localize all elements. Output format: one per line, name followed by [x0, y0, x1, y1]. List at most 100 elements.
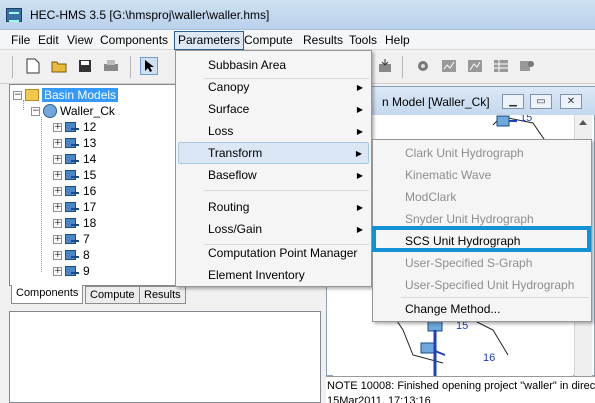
expand-icon[interactable]: +	[53, 170, 62, 180]
save-icon[interactable]	[76, 57, 94, 75]
tree-node-subbasin[interactable]: + 7	[53, 231, 90, 247]
menu-item-subbasin-area[interactable]: Subbasin Area	[178, 54, 369, 76]
menu-item-label: Clark Unit Hydrograph	[405, 146, 524, 160]
tree-line	[41, 117, 42, 272]
subbasin-icon	[65, 201, 79, 213]
expand-icon[interactable]: +	[53, 154, 62, 164]
menu-view[interactable]: View	[64, 32, 96, 49]
menu-item-loss[interactable]: Loss ▶	[178, 120, 369, 142]
tab-compute[interactable]: Compute	[85, 286, 140, 304]
tree-label: Waller_Ck	[60, 104, 115, 118]
highlight-box	[372, 226, 591, 252]
menu-item-label: Snyder Unit Hydrograph	[405, 212, 534, 226]
tree-node-basin[interactable]: − Waller_Ck	[31, 103, 115, 119]
menu-item-modclark: ModClark	[375, 186, 589, 208]
menu-components[interactable]: Components	[97, 32, 171, 49]
menu-item-label: Subbasin Area	[208, 58, 287, 72]
menu-results[interactable]: Results	[300, 32, 346, 49]
new-file-icon[interactable]	[24, 57, 42, 75]
graph-icon[interactable]	[440, 57, 458, 75]
submenu-arrow-icon: ▶	[356, 170, 363, 180]
table-icon[interactable]	[492, 57, 510, 75]
subbasin-icon	[65, 137, 79, 149]
tree-node-subbasin[interactable]: + 14	[53, 151, 96, 167]
subbasin-icon[interactable]	[420, 342, 436, 354]
menu-file[interactable]: File	[8, 32, 33, 49]
expand-icon[interactable]: +	[53, 202, 62, 212]
menu-item-baseflow[interactable]: Baseflow ▶	[178, 164, 369, 186]
minimize-icon[interactable]: ▁	[502, 94, 524, 109]
compute-icon[interactable]	[414, 57, 432, 75]
arrow-tool-icon[interactable]	[140, 57, 158, 75]
open-folder-icon[interactable]	[50, 57, 68, 75]
tree-node-subbasin[interactable]: + 15	[53, 167, 96, 183]
menu-compute[interactable]: Compute	[241, 32, 296, 49]
subbasin-icon	[65, 185, 79, 197]
parameters-menu: Subbasin Area Canopy ▶ Surface ▶ Loss ▶ Tra…	[175, 50, 372, 287]
tree-node-subbasin[interactable]: + 12	[53, 119, 96, 135]
tree-node-subbasin[interactable]: + 13	[53, 135, 96, 151]
add-element-icon[interactable]	[376, 57, 394, 75]
menu-item-label: Kinematic Wave	[405, 168, 492, 182]
tab-results[interactable]: Results	[139, 286, 186, 304]
menu-item-change-method[interactable]: Change Method...	[375, 298, 589, 320]
menu-item-label: Computation Point Manager	[208, 246, 358, 260]
expand-icon[interactable]: +	[53, 218, 62, 228]
tree-label: 8	[83, 248, 90, 262]
menu-help[interactable]: Help	[382, 32, 413, 49]
toolbar-grip	[12, 56, 13, 78]
menu-item-canopy[interactable]: Canopy ▶	[178, 76, 369, 98]
subbasin-icon	[65, 249, 79, 261]
menu-parameters[interactable]: Parameters	[174, 31, 245, 50]
submenu-arrow-icon: ▶	[356, 82, 363, 92]
menu-item-label: Loss	[208, 124, 234, 138]
submenu-arrow-icon: ▶	[356, 104, 363, 114]
expand-icon[interactable]: +	[53, 138, 62, 148]
scroll-up-icon[interactable]	[579, 120, 587, 125]
app-icon	[6, 8, 22, 22]
tree-node-subbasin[interactable]: + 16	[53, 183, 96, 199]
menu-item-routing[interactable]: Routing ▶	[178, 196, 369, 218]
tree-node-basin-models[interactable]: − Basin Models	[13, 87, 119, 103]
tree-node-subbasin[interactable]: + 9	[53, 263, 90, 279]
subbasin-icon	[65, 265, 79, 277]
menu-item-computation-point-manager[interactable]: Computation Point Manager	[178, 242, 369, 264]
explorer-tabs: Components Compute Results	[9, 285, 321, 304]
expand-icon[interactable]: +	[53, 186, 62, 196]
tree-node-subbasin[interactable]: + 18	[53, 215, 96, 231]
tree-label: 7	[83, 232, 90, 246]
subbasin-icon[interactable]	[427, 320, 443, 332]
menu-separator	[204, 190, 369, 191]
menu-edit[interactable]: Edit	[35, 32, 62, 49]
menu-item-kinematic-wave: Kinematic Wave	[375, 164, 589, 186]
title-bar: HEC-HMS 3.5 [G:\hmsproj\waller\waller.hm…	[0, 0, 595, 30]
menu-item-label: User-Specified S-Graph	[405, 256, 533, 270]
tree-label: 9	[83, 264, 90, 278]
time-series-icon[interactable]	[518, 57, 536, 75]
menu-tools[interactable]: Tools	[346, 32, 380, 49]
expand-icon[interactable]: +	[53, 234, 62, 244]
close-icon[interactable]: ✕	[560, 94, 582, 109]
menu-item-surface[interactable]: Surface ▶	[178, 98, 369, 120]
menu-item-loss-gain[interactable]: Loss/Gain ▶	[178, 218, 369, 240]
tree-node-subbasin[interactable]: + 8	[53, 247, 90, 263]
summary-icon[interactable]	[466, 57, 484, 75]
expand-icon[interactable]: +	[53, 266, 62, 276]
collapse-icon[interactable]: −	[31, 106, 40, 116]
menu-bar: File Edit View Components Parameters Com…	[0, 30, 595, 50]
menu-item-label: Canopy	[208, 80, 250, 94]
subbasin-icon	[65, 233, 79, 245]
print-icon[interactable]	[102, 57, 120, 75]
tree-label: Basin Models	[42, 88, 119, 102]
maximize-icon[interactable]: ▭	[530, 94, 552, 109]
expand-icon[interactable]: +	[53, 250, 62, 260]
menu-item-label: Routing	[208, 200, 250, 214]
menu-item-transform[interactable]: Transform ▶	[178, 142, 369, 164]
expand-icon[interactable]: +	[53, 122, 62, 132]
tree-node-subbasin[interactable]: + 17	[53, 199, 96, 215]
collapse-icon[interactable]: −	[13, 90, 22, 100]
tab-components[interactable]: Components	[11, 285, 84, 304]
subbasin-icon[interactable]	[496, 115, 510, 127]
menu-item-element-inventory[interactable]: Element Inventory	[178, 264, 369, 286]
subbasin-icon	[65, 121, 79, 133]
